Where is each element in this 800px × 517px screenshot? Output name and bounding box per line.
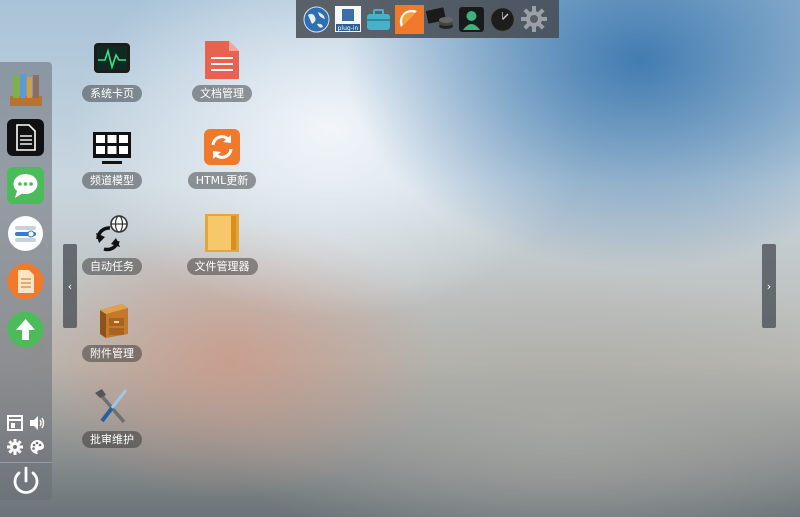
sidebar-divider: [0, 462, 52, 463]
folder-icon: [205, 214, 239, 252]
globe-icon[interactable]: [302, 5, 331, 34]
window-icon[interactable]: [7, 415, 23, 431]
desktop-icon-label: 文档管理: [192, 85, 252, 102]
desktop-icon-label: HTML更新: [187, 172, 257, 189]
chat-icon[interactable]: [7, 167, 44, 204]
desktop-icon-label: 批审维护: [82, 431, 142, 448]
speaker-icon[interactable]: [29, 415, 45, 431]
books-icon[interactable]: [7, 71, 44, 108]
desktop-icon-documents[interactable]: 文档管理: [172, 40, 272, 102]
toggles-icon[interactable]: [7, 215, 44, 252]
desktop-icon-label: 系统卡页: [82, 85, 142, 102]
desktop-icon-label: 自动任务: [82, 258, 142, 275]
monitor-pulse-icon: [94, 43, 130, 73]
document-icon[interactable]: [7, 119, 44, 156]
document-red-icon: [205, 41, 239, 79]
gear-icon[interactable]: [519, 5, 548, 34]
toolbox-icon[interactable]: [364, 5, 393, 34]
plugin-icon[interactable]: plug-in: [333, 5, 362, 34]
chevron-left-icon: ‹: [67, 279, 73, 293]
desktop-icon-file-manager[interactable]: 文件管理器: [172, 213, 272, 275]
desktop-icon-system[interactable]: 系统卡页: [62, 40, 162, 102]
note-icon[interactable]: [7, 263, 44, 300]
desktop-icon-maintenance[interactable]: 批审维护: [62, 386, 162, 448]
screen-grid-icon: [93, 132, 131, 164]
upload-icon[interactable]: [7, 311, 44, 348]
orange-slice-icon[interactable]: [395, 4, 424, 34]
card-coins-icon[interactable]: [426, 5, 455, 34]
tools-icon: [95, 389, 128, 424]
plugin-label: plug-in: [337, 25, 358, 32]
cabinet-icon: [100, 304, 128, 338]
prev-page-button[interactable]: ‹: [63, 244, 77, 328]
globe-cycle-icon: [96, 215, 128, 252]
desktop-icon-attachments[interactable]: 附件管理: [62, 300, 162, 362]
sidebar: [0, 62, 52, 500]
settings-icon[interactable]: [7, 439, 23, 455]
desktop-icon-auto-task[interactable]: 自动任务: [62, 213, 162, 275]
refresh-icon: [204, 129, 240, 165]
desktop-icon-label: 附件管理: [82, 345, 142, 362]
top-dock: plug-in: [296, 0, 559, 38]
desktop-icon-html-update[interactable]: HTML更新: [172, 127, 272, 189]
clock-icon[interactable]: [488, 5, 517, 34]
desktop-icon-channel-model[interactable]: 频道模型: [62, 127, 162, 189]
chevron-right-icon: ›: [766, 279, 772, 293]
next-page-button[interactable]: ›: [762, 244, 776, 328]
user-icon[interactable]: [457, 5, 486, 34]
palette-icon[interactable]: [29, 439, 45, 455]
desktop-icon-label: 文件管理器: [186, 258, 258, 275]
power-icon[interactable]: [9, 464, 43, 498]
desktop-icon-label: 频道模型: [82, 172, 142, 189]
